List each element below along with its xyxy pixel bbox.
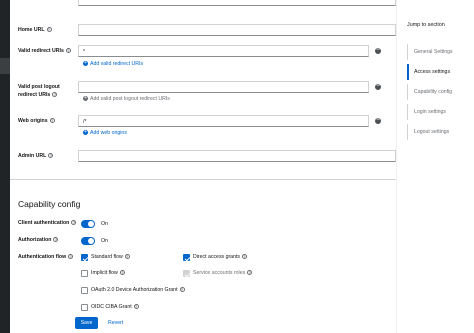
help-icon[interactable]: ?: [46, 27, 52, 33]
revert-button[interactable]: Revert: [108, 317, 123, 329]
device-authorization-grant-checkbox[interactable]: [81, 287, 88, 294]
oidc-ciba-grant-label: OIDC CIBA Grant?: [91, 304, 139, 310]
help-icon[interactable]: ?: [52, 92, 58, 98]
switch-knob: [88, 238, 94, 244]
remove-redirect-uri-icon[interactable]: −: [375, 47, 381, 54]
authorization-switch[interactable]: [81, 237, 95, 245]
help-icon[interactable]: ?: [49, 118, 55, 124]
device-authorization-grant-label: OAuth 2.0 Device Authorization Grant?: [91, 287, 185, 293]
jump-item-general-settings[interactable]: General Settings: [407, 44, 467, 60]
help-icon[interactable]: ?: [242, 254, 247, 260]
web-origins-input[interactable]: /*: [78, 115, 369, 127]
valid-post-logout-label: Valid post logout: [18, 84, 60, 90]
help-icon[interactable]: ?: [68, 254, 74, 260]
home-url-label: Home URL?: [18, 27, 52, 33]
valid-redirect-uri-input[interactable]: *: [78, 45, 369, 57]
panel-divider: [396, 0, 397, 333]
capability-config-title: Capability config: [18, 199, 81, 209]
help-icon[interactable]: ?: [65, 48, 71, 54]
jump-item-capability-config[interactable]: Capability config: [407, 84, 467, 100]
admin-url-input[interactable]: [78, 150, 396, 162]
jump-to-section-panel: Jump to section General Settings Access …: [398, 0, 474, 333]
jump-item-logout-settings[interactable]: Logout settings: [407, 124, 467, 140]
add-post-logout-redirect-uris-link[interactable]: + Add valid post logout redirect URIs: [83, 96, 170, 103]
help-icon[interactable]: ?: [48, 153, 54, 159]
authorization-label: Authorization?: [18, 237, 59, 243]
help-icon[interactable]: ?: [133, 304, 139, 310]
service-accounts-roles-label: Service accounts roles?: [193, 270, 253, 276]
valid-post-logout-input[interactable]: [78, 81, 369, 93]
help-icon[interactable]: ?: [124, 254, 130, 260]
authorization-state: On: [101, 238, 108, 244]
authentication-flow-label: Authentication flow?: [18, 254, 74, 260]
standard-flow-checkbox[interactable]: [81, 254, 88, 261]
direct-access-grants-label: Direct access grants?: [193, 254, 247, 260]
oidc-ciba-grant-checkbox[interactable]: [81, 304, 88, 311]
implicit-flow-label: Implicit flow?: [91, 270, 125, 276]
help-icon[interactable]: ?: [179, 287, 185, 293]
add-web-origins-link[interactable]: + Add web origins: [83, 130, 127, 137]
add-valid-redirect-uris-link[interactable]: + Add valid redirect URIs: [83, 61, 143, 68]
home-url-input[interactable]: [78, 24, 396, 36]
jump-to-section-title: Jump to section: [407, 22, 445, 28]
standard-flow-label: Standard flow?: [91, 254, 130, 260]
sidebar-active-strip: [0, 58, 10, 74]
valid-post-logout-label-line2: redirect URIs?: [18, 92, 58, 98]
implicit-flow-checkbox[interactable]: [81, 270, 88, 277]
service-accounts-roles-checkbox[interactable]: [183, 270, 190, 277]
section-divider: [10, 179, 396, 180]
client-authentication-state: On: [101, 221, 108, 227]
web-origins-label: Web origins?: [18, 118, 55, 124]
help-icon[interactable]: ?: [119, 270, 125, 276]
jump-item-login-settings[interactable]: Login settings: [407, 104, 467, 120]
valid-redirect-uris-label: Valid redirect URIs?: [18, 48, 71, 54]
save-button[interactable]: Save: [75, 317, 98, 329]
help-icon[interactable]: ?: [53, 237, 59, 243]
add-circle-icon: +: [83, 60, 88, 67]
direct-access-grants-checkbox[interactable]: [183, 254, 190, 261]
help-icon[interactable]: ?: [247, 270, 253, 276]
add-circle-icon: +: [83, 129, 88, 136]
jump-item-access-settings[interactable]: Access settings: [407, 64, 467, 80]
client-details-form: Home URL? Valid redirect URIs? * − + Add …: [10, 0, 396, 333]
masthead-sidebar: [0, 0, 10, 333]
remove-web-origin-icon[interactable]: −: [375, 117, 381, 124]
add-circle-icon: +: [83, 95, 88, 102]
client-authentication-label: Client authentication?: [18, 220, 77, 226]
switch-knob: [88, 221, 94, 227]
admin-url-label: Admin URL?: [18, 153, 54, 159]
client-authentication-switch[interactable]: [81, 220, 95, 228]
root-url-input[interactable]: [78, 0, 396, 6]
help-icon[interactable]: ?: [71, 220, 77, 226]
remove-post-logout-uri-icon[interactable]: −: [375, 83, 381, 90]
